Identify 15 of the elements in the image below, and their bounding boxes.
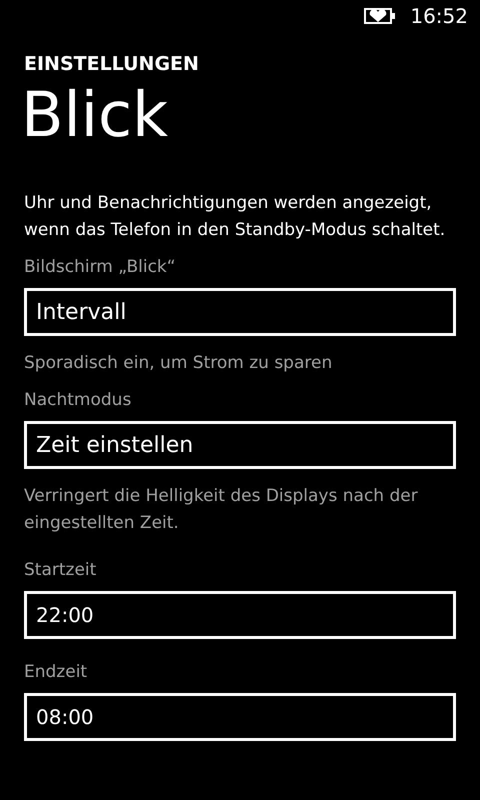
page-category: EINSTELLUNGEN [24,52,200,77]
battery-icon [364,8,396,24]
description-text: Uhr und Benachrichtigungen werden angezeigt, wenn das Telefon in den Standby-Modus schaltet. [24,192,446,242]
time-picker[interactable]: 22:00 [24,591,456,639]
hint-text: Sporadisch ein, um Strom zu sparen [24,352,334,375]
page-title: Blick [21,78,169,152]
clock-time: 16:52 [410,3,468,30]
field-label: Endzeit [24,661,88,684]
field-label: Bildschirm „Blick“ [24,256,177,279]
field-label: Nachtmodus [24,389,132,412]
list-picker[interactable]: Intervall [24,288,456,336]
hint-text: Verringert die Helligkeit des Displays nach der eingestellten Zeit. [24,485,419,535]
time-picker[interactable]: 08:00 [24,693,456,741]
list-picker[interactable]: Zeit einstellen [24,421,456,469]
field-label: Startzeit [24,559,98,582]
